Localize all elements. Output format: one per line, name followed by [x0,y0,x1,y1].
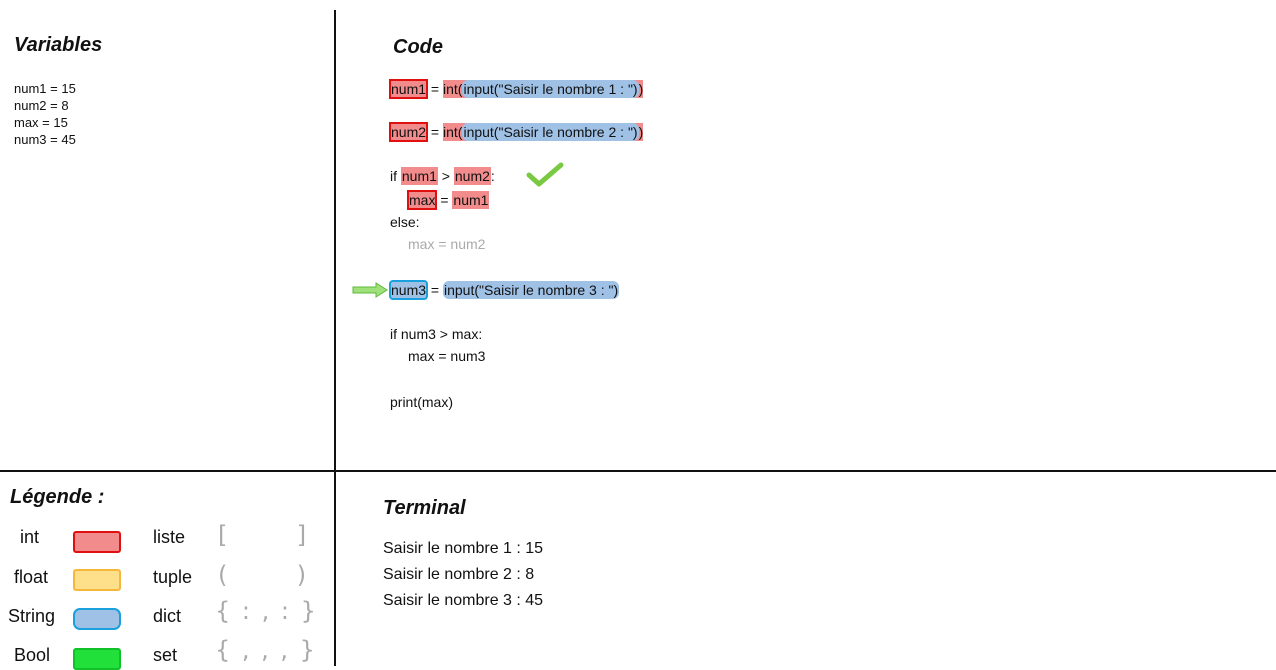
int-call: int(input("Saisir le nombre 1 : ")) [443,80,644,98]
vertical-divider [334,10,336,666]
legend-set-label: set [153,645,178,665]
legend-float-swatch [73,569,121,591]
code-line-8: if num3 > max: [390,326,483,342]
terminal-line: Saisir le nombre 1 : 15 [383,540,544,557]
variables-heading: Variables [14,34,103,56]
legend-string-label: String [8,606,56,626]
var-num2: num2 [388,122,429,142]
input-call: input("Saisir le nombre 1 : ") [462,80,639,98]
legend-bool-swatch [73,648,121,670]
variable-line: max = 15 [14,115,68,130]
arrow-right-icon [352,282,388,298]
variable-line: num2 = 8 [14,98,69,113]
legend-float-label: float [14,567,49,587]
code-line-2: num2 = int(input("Saisir le nombre 2 : "… [388,122,644,142]
int-call: int(input("Saisir le nombre 2 : ")) [443,123,644,141]
var-num3: num3 [388,280,429,300]
set-symbol: { , , , } [215,636,317,664]
terminal-line: Saisir le nombre 2 : 8 [383,566,535,583]
legend-tuple-label: tuple [153,567,193,587]
input-call: input("Saisir le nombre 2 : ") [462,123,639,141]
terminal-line: Saisir le nombre 3 : 45 [383,592,544,609]
liste-symbol: [ ] [218,521,309,549]
code-line-7: num3 = input("Saisir le nombre 3 : ") [388,280,620,300]
code-line-1: num1 = int(input("Saisir le nombre 1 : "… [388,79,644,99]
legend-heading: Légende : [10,486,105,508]
tuple-symbol: ( ) [218,561,309,589]
legend-bool-label: Bool [14,645,51,665]
code-line-10: print(max) [390,394,454,410]
legend-liste-label: liste [153,527,186,547]
code-line-6: max = num2 [408,236,486,252]
terminal-heading: Terminal [383,497,466,519]
legend-int-label: int [20,527,40,547]
variable-line: num3 = 45 [14,132,76,147]
dict-symbol: { : , : } [215,597,318,625]
var-num1: num1 [388,79,429,99]
variable-line: num1 = 15 [14,81,76,96]
legend-string-swatch [73,608,121,630]
code-line-4: max = num1 [406,190,490,210]
code-heading: Code [393,36,443,58]
legend-int-swatch [73,531,121,553]
code-line-3: if num1 > num2: [390,167,495,185]
check-icon [526,162,564,187]
legend-dict-label: dict [153,606,182,626]
variables-list: num1 = 15 num2 = 8 max = 15 num3 = 45 [14,80,76,148]
code-line-5: else: [390,214,420,230]
horizontal-divider [0,470,1276,472]
code-line-9: max = num3 [408,348,486,364]
input-call: input("Saisir le nombre 3 : ") [443,281,620,299]
